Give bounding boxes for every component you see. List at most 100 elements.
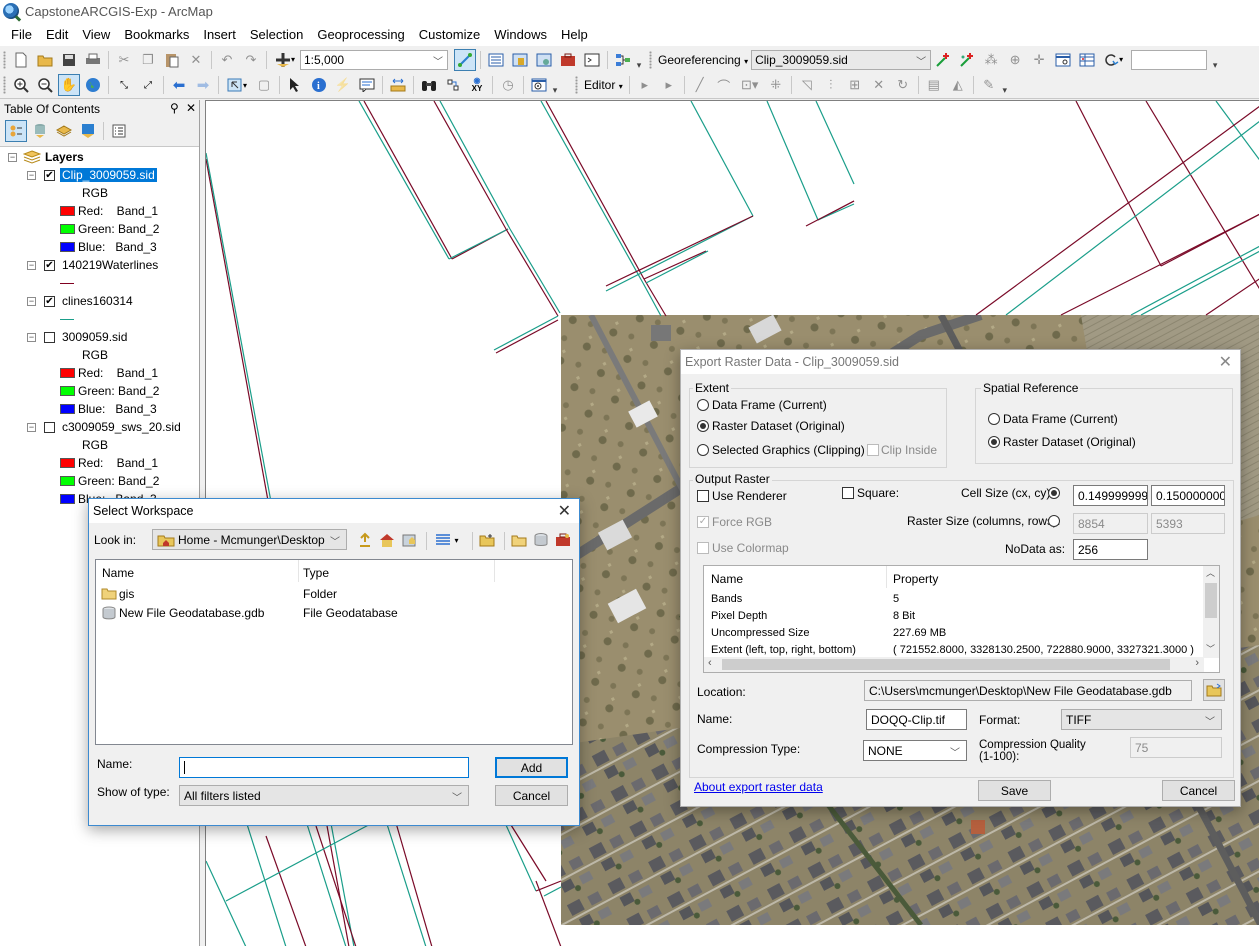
look-in-combo[interactable]: Home - Mcmunger\Desktop ﹀	[152, 529, 347, 550]
georeferencing-menu[interactable]: Georeferencing ▾	[655, 53, 751, 67]
layer-name[interactable]: 140219Waterlines	[62, 258, 158, 272]
find-route-icon[interactable]	[442, 74, 464, 96]
extent-raster-dataset-radio[interactable]	[697, 420, 709, 432]
find-binoculars-icon[interactable]	[418, 74, 440, 96]
menu-help[interactable]: Help	[554, 27, 595, 42]
sr-raster-dataset-label[interactable]: Raster Dataset (Original)	[1003, 435, 1136, 449]
georeferencing-value-input[interactable]	[1131, 49, 1208, 70]
cancel-button[interactable]: Cancel	[1162, 780, 1235, 801]
scroll-right-icon[interactable]: ›	[1195, 657, 1199, 669]
edit-tool-icon[interactable]: ▸	[634, 74, 656, 96]
attributes-icon[interactable]: ▤	[923, 74, 945, 96]
table-of-contents-window-icon[interactable]	[485, 49, 507, 71]
collapse-icon[interactable]: −	[27, 170, 36, 180]
close-icon[interactable]: ✕	[558, 501, 571, 521]
cut-polygons-icon[interactable]: ⊞	[844, 74, 866, 96]
layer-visibility-checkbox[interactable]: ✔	[44, 259, 55, 271]
close-icon[interactable]: ✕	[1219, 352, 1232, 372]
column-header-property[interactable]: Property	[893, 570, 938, 587]
raster-columns-input[interactable]: 8854	[1073, 513, 1148, 534]
toc-layer-waterlines[interactable]: − ✔ 140219Waterlines	[27, 256, 158, 274]
menu-insert[interactable]: Insert	[196, 27, 243, 42]
reshape-icon[interactable]: ⫶	[820, 74, 842, 96]
editor-toolbar-icon[interactable]	[454, 48, 476, 71]
extent-raster-dataset-label[interactable]: Raster Dataset (Original)	[712, 419, 845, 433]
select-elements-arrow-icon[interactable]	[284, 74, 306, 96]
home-icon[interactable]	[376, 529, 398, 551]
workspace-name-input[interactable]	[179, 757, 469, 778]
point-icon[interactable]: ⁜	[765, 74, 787, 96]
cell-size-radio[interactable]	[1048, 487, 1060, 499]
toolbar-overflow-icon[interactable]: ▾	[1211, 49, 1219, 71]
python-window-icon[interactable]	[581, 49, 603, 71]
go-to-xy-icon[interactable]: ◉ XY	[466, 74, 488, 96]
fixed-zoom-in-icon[interactable]: ⤡	[113, 74, 135, 96]
select-link-icon[interactable]: ⁂	[980, 49, 1002, 71]
sr-data-frame-radio[interactable]	[988, 413, 1000, 425]
cell-size-cy-input[interactable]: 0.1500000000	[1151, 485, 1225, 506]
paste-icon[interactable]	[161, 49, 183, 71]
show-of-type-combo[interactable]: All filters listed ﹀	[179, 785, 469, 806]
workspace-file-list[interactable]: Name Type gis Folder New File Geodatabas…	[95, 559, 573, 745]
compression-quality-input[interactable]: 75	[1130, 737, 1222, 758]
menu-selection[interactable]: Selection	[243, 27, 310, 42]
zoom-in-icon[interactable]	[10, 74, 32, 96]
close-icon[interactable]: ✕	[186, 101, 196, 115]
catalog-window-icon[interactable]	[509, 49, 531, 71]
rotate-edit-icon[interactable]: ↻	[892, 74, 914, 96]
layer-name[interactable]: c3009059_sws_20.sid	[62, 420, 181, 434]
endpoint-arc-icon[interactable]: ⌒	[713, 74, 735, 96]
file-list-item[interactable]: New File Geodatabase.gdb	[101, 604, 264, 621]
scroll-up-icon[interactable]: ︿	[1206, 566, 1215, 579]
toolbar-grip[interactable]	[3, 50, 6, 69]
modelbuilder-icon[interactable]	[612, 49, 634, 71]
save-icon[interactable]	[58, 49, 80, 71]
cancel-button[interactable]: Cancel	[495, 785, 568, 806]
collapse-icon[interactable]: −	[8, 152, 17, 162]
collapse-icon[interactable]: −	[27, 332, 36, 342]
column-header-name[interactable]: Name	[711, 570, 743, 587]
clear-selection-icon[interactable]: ▢	[253, 74, 275, 96]
toolbar-overflow-icon[interactable]: ▾	[551, 74, 559, 96]
georeferencing-layer-combo[interactable]: Clip_3009059.sid ﹀	[751, 49, 932, 70]
open-folder-icon[interactable]	[34, 49, 56, 71]
sr-raster-dataset-radio[interactable]	[988, 436, 1000, 448]
toolbar-grip[interactable]	[649, 50, 652, 69]
time-slider-icon[interactable]: ◷	[497, 74, 519, 96]
fixed-zoom-out-icon[interactable]: ⤢	[137, 74, 159, 96]
use-renderer-checkbox[interactable]	[697, 490, 709, 502]
layer-name[interactable]: clines160314	[62, 294, 133, 308]
menu-view[interactable]: View	[75, 27, 117, 42]
save-button[interactable]: Save	[978, 780, 1051, 801]
scroll-down-icon[interactable]: ﹀	[1206, 642, 1215, 655]
toc-layer-clip-3009059[interactable]: − ✔ Clip_3009059.sid	[27, 166, 157, 184]
horizontal-scrollbar[interactable]: ‹ ›	[704, 657, 1204, 672]
list-by-visibility-icon[interactable]	[53, 120, 75, 142]
pan-hand-icon[interactable]: ✋	[58, 74, 80, 96]
straight-segment-icon[interactable]: ╱	[689, 74, 711, 96]
delete-link-icon[interactable]: ✛	[1028, 49, 1050, 71]
layer-visibility-checkbox[interactable]	[44, 331, 55, 343]
menu-file[interactable]: File	[4, 27, 39, 42]
toolbar-grip[interactable]	[3, 76, 6, 94]
raster-size-radio[interactable]	[1048, 515, 1060, 527]
view-list-icon[interactable]: ▾	[430, 529, 464, 551]
column-header-name[interactable]: Name	[102, 564, 134, 581]
tree-root-layers[interactable]: − Layers	[8, 148, 84, 166]
layer-visibility-checkbox[interactable]	[44, 421, 55, 433]
go-forward-extent-icon[interactable]: ➡	[192, 74, 214, 96]
collapse-icon[interactable]: −	[27, 260, 36, 270]
toc-layer-c3009059-sws-20[interactable]: − c3009059_sws_20.sid	[27, 418, 181, 436]
sr-data-frame-label[interactable]: Data Frame (Current)	[1003, 412, 1118, 426]
add-button[interactable]: Add	[495, 757, 568, 778]
format-combo[interactable]: TIFF ﹀	[1061, 709, 1222, 730]
extent-selected-graphics-radio[interactable]	[697, 444, 709, 456]
nodata-input[interactable]: 256	[1073, 539, 1148, 560]
arctoolbox-icon[interactable]	[557, 49, 579, 71]
extent-data-frame-radio[interactable]	[697, 399, 709, 411]
full-extent-globe-icon[interactable]	[82, 74, 104, 96]
go-back-extent-icon[interactable]: ⬅	[168, 74, 190, 96]
add-data-icon[interactable]: ▾	[271, 49, 299, 71]
vertical-scrollbar[interactable]: ︿ ﹀	[1203, 566, 1219, 658]
new-document-icon[interactable]	[10, 49, 32, 71]
